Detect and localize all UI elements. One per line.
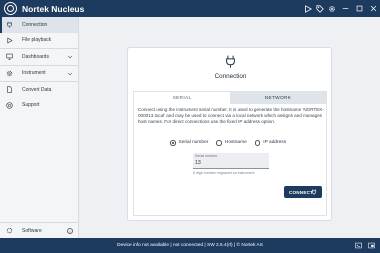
status-text: Device info not available | not connecte… <box>117 243 263 248</box>
radio-serial-number[interactable]: Serial number <box>170 140 208 146</box>
minimize-icon[interactable] <box>338 0 352 17</box>
title-bar: Nortek Nucleus <box>0 0 380 17</box>
play-icon <box>5 36 13 44</box>
connect-button-label: CONNECT <box>289 189 314 195</box>
connection-panel: SERIAL NETWORK Connect using the instrum… <box>133 91 327 216</box>
radio-label: IP address <box>263 140 287 146</box>
sidebar-item-convert-data[interactable]: Convert Data <box>0 82 78 98</box>
radio-label: Serial number <box>178 140 209 146</box>
page-title: Connection <box>214 73 247 80</box>
sidebar-item-dashboards[interactable]: Dashboards <box>0 49 78 65</box>
sidebar-item-support[interactable]: Support <box>0 98 78 114</box>
sidebar-item-instrument[interactable]: Instrument <box>0 66 78 82</box>
tab-serial[interactable]: SERIAL <box>134 92 230 104</box>
connection-card: Connection SERIAL NETWORK Connect using … <box>127 47 332 221</box>
close-icon[interactable] <box>366 0 380 17</box>
radio-button[interactable] <box>254 140 261 146</box>
serial-number-label: Serial number <box>195 154 218 158</box>
serial-number-field[interactable]: Serial number 13 <box>193 153 269 169</box>
expand-icon[interactable] <box>365 238 378 253</box>
chevron-down-icon[interactable] <box>67 71 73 77</box>
sidebar-item-label: Connection <box>22 21 48 28</box>
plug-icon <box>5 21 13 29</box>
radio-label: Hostname <box>224 140 247 146</box>
sidebar-item-label: Convert Data <box>22 86 52 93</box>
play-icon[interactable] <box>302 0 314 17</box>
sidebar-item-label: Software <box>22 227 42 234</box>
sidebar-item-label: Instrument <box>22 70 46 77</box>
sidebar-item-label: Support <box>22 102 40 109</box>
chevron-down-icon[interactable] <box>67 54 73 60</box>
connect-button[interactable]: CONNECT <box>284 186 322 198</box>
serial-number-value[interactable]: 13 <box>195 160 201 166</box>
radio-button[interactable] <box>216 140 222 146</box>
tab-network[interactable]: NETWORK <box>230 92 326 104</box>
main-content: Connection SERIAL NETWORK Connect using … <box>79 17 380 238</box>
terminal-icon[interactable] <box>352 238 365 253</box>
sidebar-item-software[interactable]: Software i <box>0 223 78 238</box>
plug-icon <box>226 55 235 68</box>
settings-icon <box>5 227 13 235</box>
sidebar-item-label: File playback <box>22 37 52 44</box>
monitor-icon <box>5 53 13 61</box>
sidebar-item-label: Dashboards <box>22 53 49 60</box>
maximize-icon[interactable] <box>352 0 366 17</box>
tab-bar: SERIAL NETWORK <box>134 92 326 104</box>
radio-button[interactable] <box>170 140 176 146</box>
app-title: Nortek Nucleus <box>22 3 85 14</box>
connection-method-options: Serial number Hostname IP address <box>170 140 294 146</box>
sidebar-item-connection[interactable]: Connection <box>0 17 78 33</box>
connection-description: Connect using the instrument serial numb… <box>138 107 324 124</box>
document-icon <box>5 86 13 94</box>
sidebar: Connection File playback Dashboards Inst… <box>0 17 79 238</box>
radio-ip-address[interactable]: IP address <box>254 140 287 146</box>
gear-icon <box>5 69 13 77</box>
status-bar: Device info not available | not connecte… <box>0 238 380 253</box>
help-icon <box>5 101 13 109</box>
nortek-logo-icon <box>4 2 17 15</box>
radio-hostname[interactable]: Hostname <box>216 140 247 146</box>
info-icon[interactable]: i <box>67 227 73 234</box>
plug-icon <box>311 189 317 195</box>
sidebar-item-file-playback[interactable]: File playback <box>0 33 78 49</box>
serial-number-hint: 6 digit number engraved on instrument <box>193 171 255 175</box>
tag-icon[interactable] <box>314 0 326 17</box>
gear-icon[interactable] <box>326 0 338 17</box>
